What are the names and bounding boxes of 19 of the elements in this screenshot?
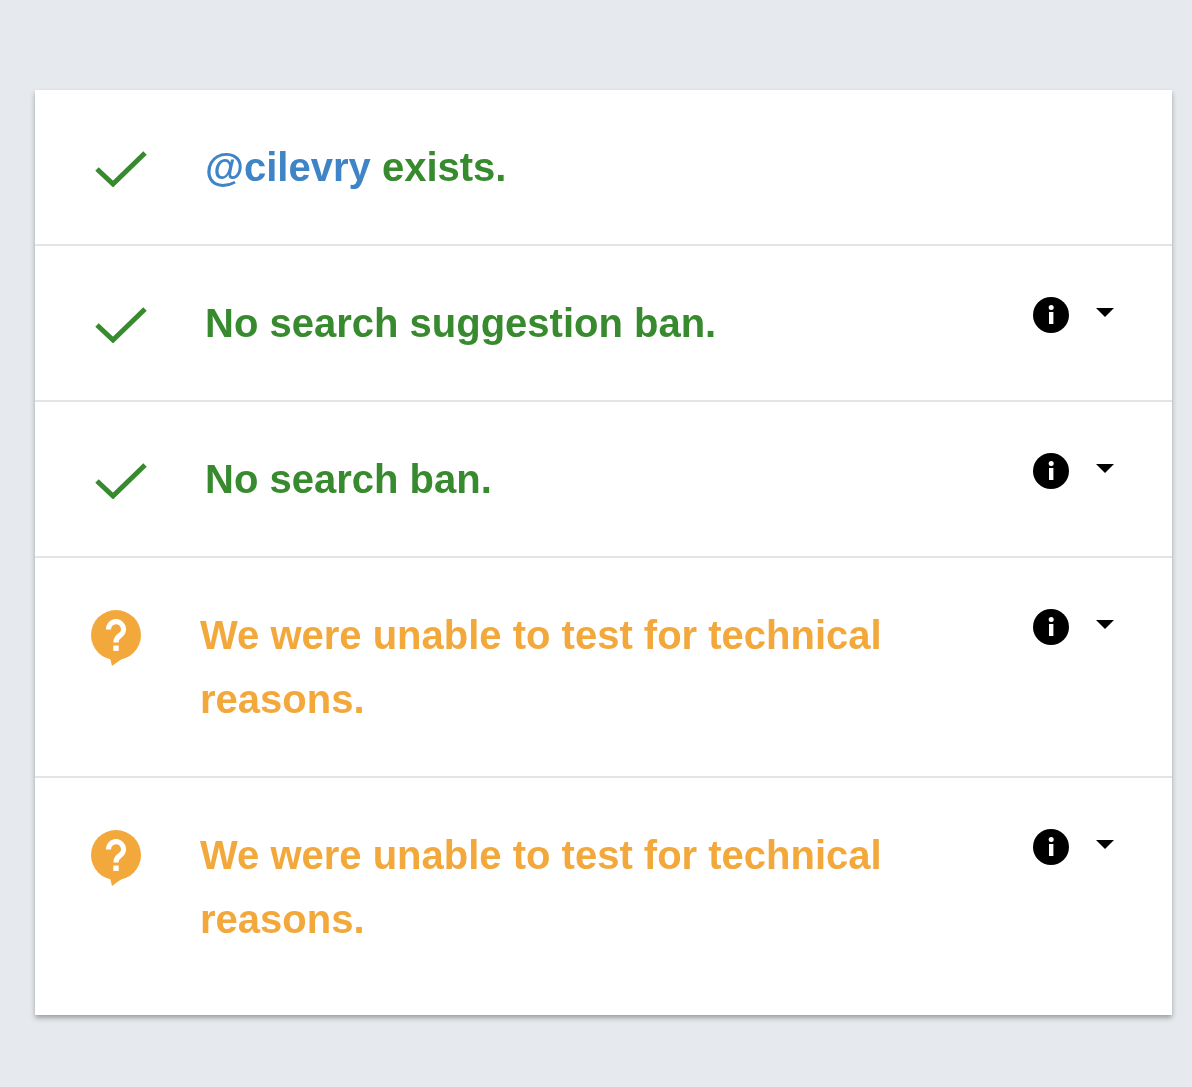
check-icon [95,463,147,499]
info-icon[interactable] [1033,297,1069,333]
result-message: No search suggestion ban. [205,300,718,347]
info-icon[interactable] [1033,609,1069,645]
result-message: No search ban. [205,456,493,503]
question-bubble-icon [90,830,142,886]
username-link[interactable]: @cilevry [205,145,371,189]
check-icon [95,307,147,343]
question-bubble-icon [90,610,142,666]
check-icon [95,151,147,187]
result-message: @cilevry exists. [205,144,508,191]
result-message: We were unable to test for technical reasons. [200,832,883,943]
caret-icon[interactable] [1096,619,1114,629]
caret-icon[interactable] [1096,307,1114,317]
info-icon[interactable] [1033,453,1069,489]
caret-icon[interactable] [1096,463,1114,473]
result-message: We were unable to test for technical reasons. [200,612,883,723]
caret-icon[interactable] [1096,839,1114,849]
info-icon[interactable] [1033,829,1069,865]
